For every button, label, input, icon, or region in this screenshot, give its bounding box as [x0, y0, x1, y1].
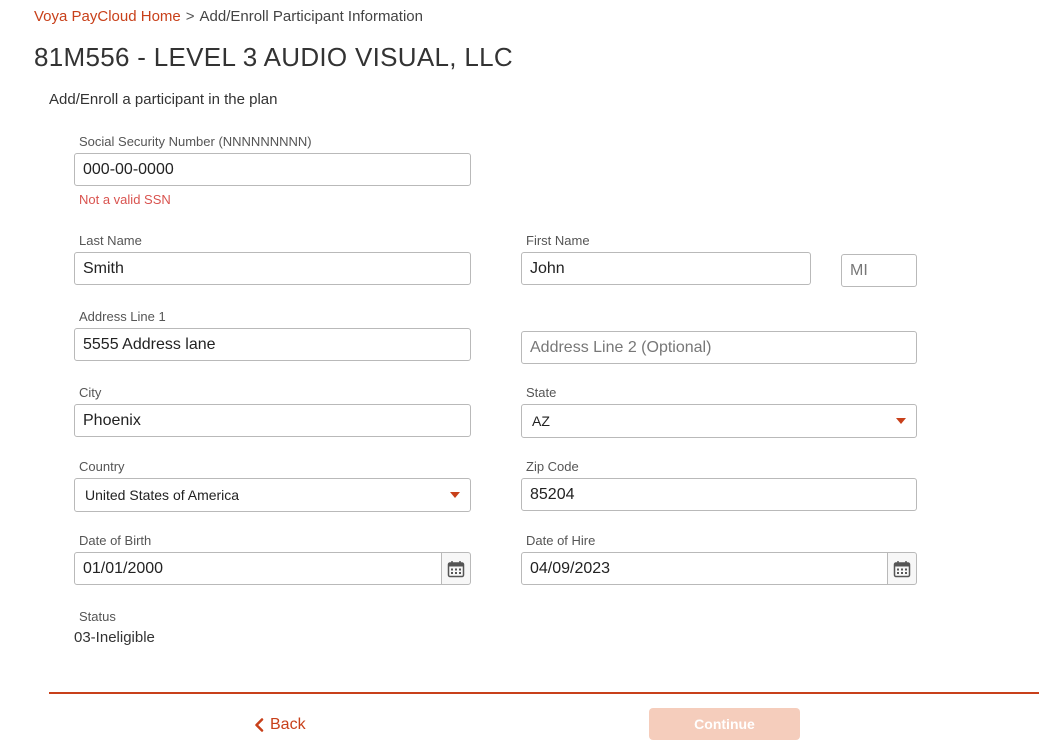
- first-name-input[interactable]: [521, 252, 811, 285]
- middle-initial-input[interactable]: [841, 254, 917, 287]
- last-name-label: Last Name: [79, 233, 142, 248]
- first-name-label: First Name: [526, 233, 590, 248]
- zip-code-label: Zip Code: [526, 459, 579, 474]
- ssn-input[interactable]: [74, 153, 471, 186]
- back-button-label: Back: [270, 716, 306, 733]
- city-input[interactable]: [74, 404, 471, 437]
- city-label: City: [79, 385, 102, 400]
- date-of-hire-label: Date of Hire: [526, 533, 596, 548]
- state-selected-value: AZ: [532, 413, 550, 429]
- address-line-1-input[interactable]: [74, 328, 471, 361]
- date-of-birth-input[interactable]: [74, 552, 442, 585]
- breadcrumb: Voya PayCloud Home > Add/Enroll Participan…: [34, 8, 423, 25]
- country-selected-value: United States of America: [85, 487, 240, 503]
- status-value: 03-Ineligible: [74, 629, 155, 646]
- date-of-hire-calendar-button[interactable]: [887, 552, 917, 585]
- last-name-input[interactable]: [74, 252, 471, 285]
- page-title: 81M556 - LEVEL 3 AUDIO VISUAL, LLC: [34, 42, 513, 72]
- caret-down-icon: [450, 492, 460, 498]
- calendar-icon: [893, 560, 911, 577]
- calendar-icon: [447, 560, 465, 577]
- breadcrumb-home-link[interactable]: Voya PayCloud Home: [34, 8, 181, 25]
- date-of-birth-calendar-button[interactable]: [441, 552, 471, 585]
- country-select[interactable]: United States of America: [74, 478, 471, 512]
- date-of-birth-label: Date of Birth: [79, 533, 152, 548]
- address-line-2-input[interactable]: [521, 331, 917, 364]
- back-button[interactable]: Back: [254, 716, 306, 734]
- continue-button[interactable]: Continue: [649, 708, 800, 740]
- caret-down-icon: [896, 418, 906, 424]
- footer-divider: [49, 692, 1039, 694]
- ssn-error-message: Not a valid SSN: [79, 192, 171, 207]
- country-label: Country: [79, 459, 125, 474]
- chevron-left-icon: [255, 718, 264, 732]
- enroll-participant-page: Voya PayCloud Home > Add/Enroll Participan…: [0, 0, 1039, 753]
- zip-code-input[interactable]: [521, 478, 917, 511]
- status-label: Status: [79, 609, 116, 624]
- page-subtitle: Add/Enroll a participant in the plan: [49, 91, 278, 108]
- ssn-label: Social Security Number (NNNNNNNNN): [79, 134, 312, 149]
- state-select[interactable]: AZ: [521, 404, 917, 438]
- breadcrumb-current: Add/Enroll Participant Information: [199, 8, 423, 25]
- date-of-hire-input[interactable]: [521, 552, 888, 585]
- state-label: State: [526, 385, 557, 400]
- breadcrumb-separator: >: [185, 8, 195, 25]
- address-line-1-label: Address Line 1: [79, 309, 166, 324]
